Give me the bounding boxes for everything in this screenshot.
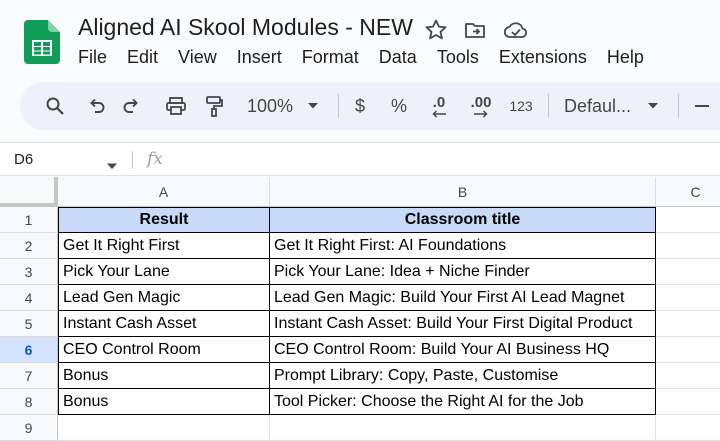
title-bar: Aligned AI Skool Modules - NEW File Edit… (0, 0, 720, 76)
cell-b4[interactable]: Lead Gen Magic: Build Your First AI Lead… (270, 285, 656, 311)
arrow-left-icon (432, 109, 446, 118)
toolbar-divider (338, 94, 339, 118)
cell-a7[interactable]: Bonus (58, 363, 270, 389)
star-icon[interactable] (424, 18, 448, 42)
cell-b5[interactable]: Instant Cash Asset: Build Your First Dig… (270, 311, 656, 337)
cell-a6[interactable]: CEO Control Room (58, 337, 270, 363)
increase-decimal-label: .00 (470, 93, 492, 111)
row-header-6[interactable]: 6 (0, 337, 58, 363)
paint-format-icon[interactable] (200, 82, 228, 130)
decrease-decimal-button[interactable]: .0 (424, 82, 454, 130)
column-header-b[interactable]: B (270, 177, 656, 207)
folder-move-icon[interactable] (463, 18, 487, 42)
cell-a9[interactable] (58, 415, 270, 441)
cell-c6[interactable] (656, 337, 720, 363)
cell-b8[interactable]: Tool Picker: Choose the Right AI for the… (270, 389, 656, 415)
cell-c8[interactable] (656, 389, 720, 415)
document-title[interactable]: Aligned AI Skool Modules - NEW (78, 14, 413, 41)
chevron-down-icon[interactable] (304, 82, 322, 130)
decrease-font-size-icon[interactable] (692, 82, 712, 130)
column-header-c[interactable]: C (656, 177, 720, 207)
redo-icon[interactable] (118, 82, 144, 130)
formula-bar: D6 fx (0, 142, 720, 176)
row-header-5[interactable]: 5 (0, 311, 58, 337)
toolbar-divider (678, 94, 679, 118)
menu-format[interactable]: Format (302, 47, 359, 68)
decrease-decimal-label: .0 (432, 93, 446, 111)
cell-a2[interactable]: Get It Right First (58, 233, 270, 259)
menu-file[interactable]: File (78, 47, 107, 68)
arrow-right-icon (474, 109, 488, 118)
font-select[interactable]: Defaul... (564, 82, 636, 130)
cell-c3[interactable] (656, 259, 720, 285)
cell-a5[interactable]: Instant Cash Asset (58, 311, 270, 337)
zoom-select[interactable]: 100% (242, 82, 298, 130)
row-header-1[interactable]: 1 (0, 207, 58, 233)
fx-icon: fx (147, 149, 163, 169)
row-header-3[interactable]: 3 (0, 259, 58, 285)
menu-edit[interactable]: Edit (127, 47, 158, 68)
cell-c2[interactable] (656, 233, 720, 259)
menu-tools[interactable]: Tools (437, 47, 479, 68)
cell-b2[interactable]: Get It Right First: AI Foundations (270, 233, 656, 259)
chevron-down-icon[interactable] (644, 82, 662, 130)
formula-divider (132, 151, 133, 169)
cell-c7[interactable] (656, 363, 720, 389)
cloud-done-icon[interactable] (503, 18, 528, 42)
number-format-button[interactable]: 123 (506, 82, 536, 130)
cell-b6[interactable]: CEO Control Room: Build Your AI Business… (270, 337, 656, 363)
print-icon[interactable] (162, 82, 190, 130)
menu-extensions[interactable]: Extensions (499, 47, 587, 68)
cell-b9[interactable] (270, 415, 656, 441)
name-box[interactable]: D6 (14, 151, 33, 168)
increase-decimal-button[interactable]: .00 (464, 82, 498, 130)
row-header-9[interactable]: 9 (0, 415, 58, 441)
row-header-4[interactable]: 4 (0, 285, 58, 311)
cell-b7[interactable]: Prompt Library: Copy, Paste, Customise (270, 363, 656, 389)
toolbar: 100% $ % .0 .00 123 Defaul... (20, 82, 720, 130)
menu-bar: File Edit View Insert Format Data Tools … (78, 47, 664, 68)
cell-a3[interactable]: Pick Your Lane (58, 259, 270, 285)
chevron-down-icon[interactable] (106, 157, 118, 175)
row-header-7[interactable]: 7 (0, 363, 58, 389)
cell-c5[interactable] (656, 311, 720, 337)
toolbar-divider (548, 94, 549, 118)
menu-help[interactable]: Help (607, 47, 644, 68)
row-header-2[interactable]: 2 (0, 233, 58, 259)
undo-icon[interactable] (84, 82, 110, 130)
cell-a1[interactable]: Result (58, 207, 270, 233)
cell-b1[interactable]: Classroom title (270, 207, 656, 233)
cell-a4[interactable]: Lead Gen Magic (58, 285, 270, 311)
cell-a8[interactable]: Bonus (58, 389, 270, 415)
cell-c9[interactable] (656, 415, 720, 441)
menu-view[interactable]: View (178, 47, 217, 68)
spreadsheet-grid: A B C 1 Result Classroom title 2 Get It Right F… (0, 177, 720, 441)
search-menus-icon[interactable] (42, 82, 68, 130)
sheets-logo-icon[interactable] (24, 20, 60, 64)
percent-format-button[interactable]: % (388, 82, 410, 130)
cell-c1[interactable] (656, 207, 720, 233)
cell-b3[interactable]: Pick Your Lane: Idea + Niche Finder (270, 259, 656, 285)
currency-format-button[interactable]: $ (350, 82, 370, 130)
menu-data[interactable]: Data (379, 47, 417, 68)
column-header-a[interactable]: A (58, 177, 270, 207)
row-header-8[interactable]: 8 (0, 389, 58, 415)
cell-c4[interactable] (656, 285, 720, 311)
select-all-corner[interactable] (0, 177, 58, 207)
menu-insert[interactable]: Insert (237, 47, 282, 68)
